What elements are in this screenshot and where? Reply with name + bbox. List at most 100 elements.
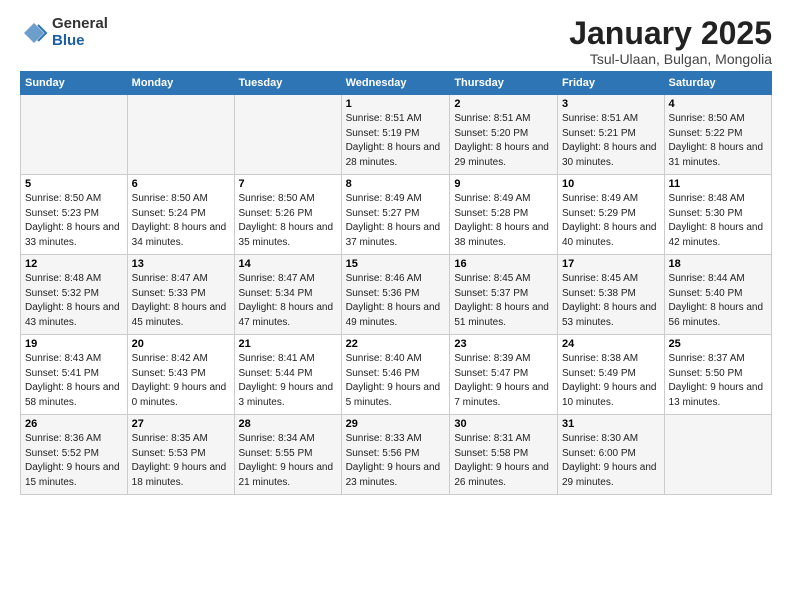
day-number: 31 (562, 418, 660, 430)
day-info: Sunrise: 8:30 AM Sunset: 6:00 PM Dayligh… (562, 432, 660, 490)
day-info: Sunrise: 8:50 AM Sunset: 5:24 PM Dayligh… (132, 192, 230, 250)
day-number: 18 (669, 258, 767, 270)
day-info: Sunrise: 8:36 AM Sunset: 5:52 PM Dayligh… (25, 432, 123, 490)
day-number: 27 (132, 418, 230, 430)
day-info: Sunrise: 8:33 AM Sunset: 5:56 PM Dayligh… (346, 432, 446, 490)
week-row-4: 19Sunrise: 8:43 AM Sunset: 5:41 PM Dayli… (21, 335, 772, 415)
day-number: 14 (239, 258, 337, 270)
day-cell: 25 Sunrise: 8:37 AM Sunset: 5:50 PM Dayli… (664, 335, 771, 415)
col-saturday: Saturday (664, 72, 771, 95)
day-cell: 17Sunrise: 8:45 AM Sunset: 5:38 PM Dayli… (557, 255, 664, 335)
page: General Blue January 2025 Tsul-Ulaan, Bu… (0, 0, 792, 505)
day-info: Sunrise: 8:49 AM Sunset: 5:29 PM Dayligh… (562, 192, 660, 250)
col-tuesday: Tuesday (234, 72, 341, 95)
day-number: 8 (346, 178, 446, 190)
day-info: Sunrise: 8:37 AM Sunset: 5:50 PM Dayligh… (669, 352, 767, 410)
day-info: Sunrise: 8:50 AM Sunset: 5:26 PM Dayligh… (239, 192, 337, 250)
day-number: 19 (25, 338, 123, 350)
day-number: 28 (239, 418, 337, 430)
day-info: Sunrise: 8:47 AM Sunset: 5:34 PM Dayligh… (239, 272, 337, 330)
day-number: 25 (669, 338, 767, 350)
day-cell: 7 Sunrise: 8:50 AM Sunset: 5:26 PM Daylig… (234, 175, 341, 255)
day-cell: 23Sunrise: 8:39 AM Sunset: 5:47 PM Dayli… (450, 335, 558, 415)
logo-text: General Blue (52, 16, 108, 49)
day-number: 20 (132, 338, 230, 350)
calendar-header: Sunday Monday Tuesday Wednesday Thursday… (21, 72, 772, 95)
day-cell (127, 95, 234, 175)
day-info: Sunrise: 8:49 AM Sunset: 5:27 PM Dayligh… (346, 192, 446, 250)
logo-general-label: General (52, 16, 108, 33)
day-cell: 21 Sunrise: 8:41 AM Sunset: 5:44 PM Dayli… (234, 335, 341, 415)
day-number: 15 (346, 258, 446, 270)
location: Tsul-Ulaan, Bulgan, Mongolia (569, 51, 772, 67)
day-cell: 26Sunrise: 8:36 AM Sunset: 5:52 PM Dayli… (21, 415, 128, 495)
col-thursday: Thursday (450, 72, 558, 95)
col-friday: Friday (557, 72, 664, 95)
day-cell: 11Sunrise: 8:48 AM Sunset: 5:30 PM Dayli… (664, 175, 771, 255)
day-info: Sunrise: 8:31 AM Sunset: 5:58 PM Dayligh… (454, 432, 553, 490)
day-number: 5 (25, 178, 123, 190)
day-info: Sunrise: 8:35 AM Sunset: 5:53 PM Dayligh… (132, 432, 230, 490)
day-info: Sunrise: 8:51 AM Sunset: 5:21 PM Dayligh… (562, 112, 660, 170)
day-info: Sunrise: 8:50 AM Sunset: 5:22 PM Dayligh… (669, 112, 767, 170)
week-row-3: 12Sunrise: 8:48 AM Sunset: 5:32 PM Dayli… (21, 255, 772, 335)
day-number: 30 (454, 418, 553, 430)
day-cell: 19Sunrise: 8:43 AM Sunset: 5:41 PM Dayli… (21, 335, 128, 415)
col-wednesday: Wednesday (341, 72, 450, 95)
col-sunday: Sunday (21, 72, 128, 95)
day-cell: 29Sunrise: 8:33 AM Sunset: 5:56 PM Dayli… (341, 415, 450, 495)
day-info: Sunrise: 8:50 AM Sunset: 5:23 PM Dayligh… (25, 192, 123, 250)
day-cell: 12Sunrise: 8:48 AM Sunset: 5:32 PM Dayli… (21, 255, 128, 335)
day-info: Sunrise: 8:41 AM Sunset: 5:44 PM Dayligh… (239, 352, 337, 410)
day-cell: 28 Sunrise: 8:34 AM Sunset: 5:55 PM Dayli… (234, 415, 341, 495)
day-info: Sunrise: 8:47 AM Sunset: 5:33 PM Dayligh… (132, 272, 230, 330)
col-monday: Monday (127, 72, 234, 95)
day-number: 1 (346, 98, 446, 110)
header-row: Sunday Monday Tuesday Wednesday Thursday… (21, 72, 772, 95)
day-cell: 14 Sunrise: 8:47 AM Sunset: 5:34 PM Dayli… (234, 255, 341, 335)
day-cell: 5 Sunrise: 8:50 AM Sunset: 5:23 PM Daylig… (21, 175, 128, 255)
day-cell (664, 415, 771, 495)
day-number: 3 (562, 98, 660, 110)
day-info: Sunrise: 8:45 AM Sunset: 5:37 PM Dayligh… (454, 272, 553, 330)
day-number: 16 (454, 258, 553, 270)
week-row-1: 1 Sunrise: 8:51 AM Sunset: 5:19 PM Daylig… (21, 95, 772, 175)
day-cell: 24Sunrise: 8:38 AM Sunset: 5:49 PM Dayli… (557, 335, 664, 415)
calendar-body: 1 Sunrise: 8:51 AM Sunset: 5:19 PM Daylig… (21, 95, 772, 495)
day-number: 22 (346, 338, 446, 350)
day-info: Sunrise: 8:38 AM Sunset: 5:49 PM Dayligh… (562, 352, 660, 410)
day-number: 7 (239, 178, 337, 190)
day-info: Sunrise: 8:51 AM Sunset: 5:19 PM Dayligh… (346, 112, 446, 170)
day-cell: 2Sunrise: 8:51 AM Sunset: 5:20 PM Daylig… (450, 95, 558, 175)
day-info: Sunrise: 8:46 AM Sunset: 5:36 PM Dayligh… (346, 272, 446, 330)
day-number: 12 (25, 258, 123, 270)
day-cell (21, 95, 128, 175)
day-cell: 8 Sunrise: 8:49 AM Sunset: 5:27 PM Daylig… (341, 175, 450, 255)
month-title: January 2025 (569, 16, 772, 51)
header: General Blue January 2025 Tsul-Ulaan, Bu… (20, 16, 772, 67)
day-info: Sunrise: 8:34 AM Sunset: 5:55 PM Dayligh… (239, 432, 337, 490)
day-cell: 31 Sunrise: 8:30 AM Sunset: 6:00 PM Dayli… (557, 415, 664, 495)
day-info: Sunrise: 8:49 AM Sunset: 5:28 PM Dayligh… (454, 192, 553, 250)
day-info: Sunrise: 8:44 AM Sunset: 5:40 PM Dayligh… (669, 272, 767, 330)
day-cell: 18 Sunrise: 8:44 AM Sunset: 5:40 PM Dayli… (664, 255, 771, 335)
day-cell: 15 Sunrise: 8:46 AM Sunset: 5:36 PM Dayli… (341, 255, 450, 335)
day-cell: 9Sunrise: 8:49 AM Sunset: 5:28 PM Daylig… (450, 175, 558, 255)
title-block: January 2025 Tsul-Ulaan, Bulgan, Mongoli… (569, 16, 772, 67)
day-cell: 6 Sunrise: 8:50 AM Sunset: 5:24 PM Daylig… (127, 175, 234, 255)
day-info: Sunrise: 8:40 AM Sunset: 5:46 PM Dayligh… (346, 352, 446, 410)
day-number: 23 (454, 338, 553, 350)
day-number: 2 (454, 98, 553, 110)
day-number: 4 (669, 98, 767, 110)
day-cell: 22 Sunrise: 8:40 AM Sunset: 5:46 PM Dayli… (341, 335, 450, 415)
day-cell: 10Sunrise: 8:49 AM Sunset: 5:29 PM Dayli… (557, 175, 664, 255)
day-cell: 13Sunrise: 8:47 AM Sunset: 5:33 PM Dayli… (127, 255, 234, 335)
logo-icon (20, 19, 48, 47)
day-info: Sunrise: 8:45 AM Sunset: 5:38 PM Dayligh… (562, 272, 660, 330)
day-number: 6 (132, 178, 230, 190)
day-cell: 30 Sunrise: 8:31 AM Sunset: 5:58 PM Dayli… (450, 415, 558, 495)
day-cell: 1 Sunrise: 8:51 AM Sunset: 5:19 PM Daylig… (341, 95, 450, 175)
day-info: Sunrise: 8:42 AM Sunset: 5:43 PM Dayligh… (132, 352, 230, 410)
day-number: 21 (239, 338, 337, 350)
week-row-2: 5 Sunrise: 8:50 AM Sunset: 5:23 PM Daylig… (21, 175, 772, 255)
